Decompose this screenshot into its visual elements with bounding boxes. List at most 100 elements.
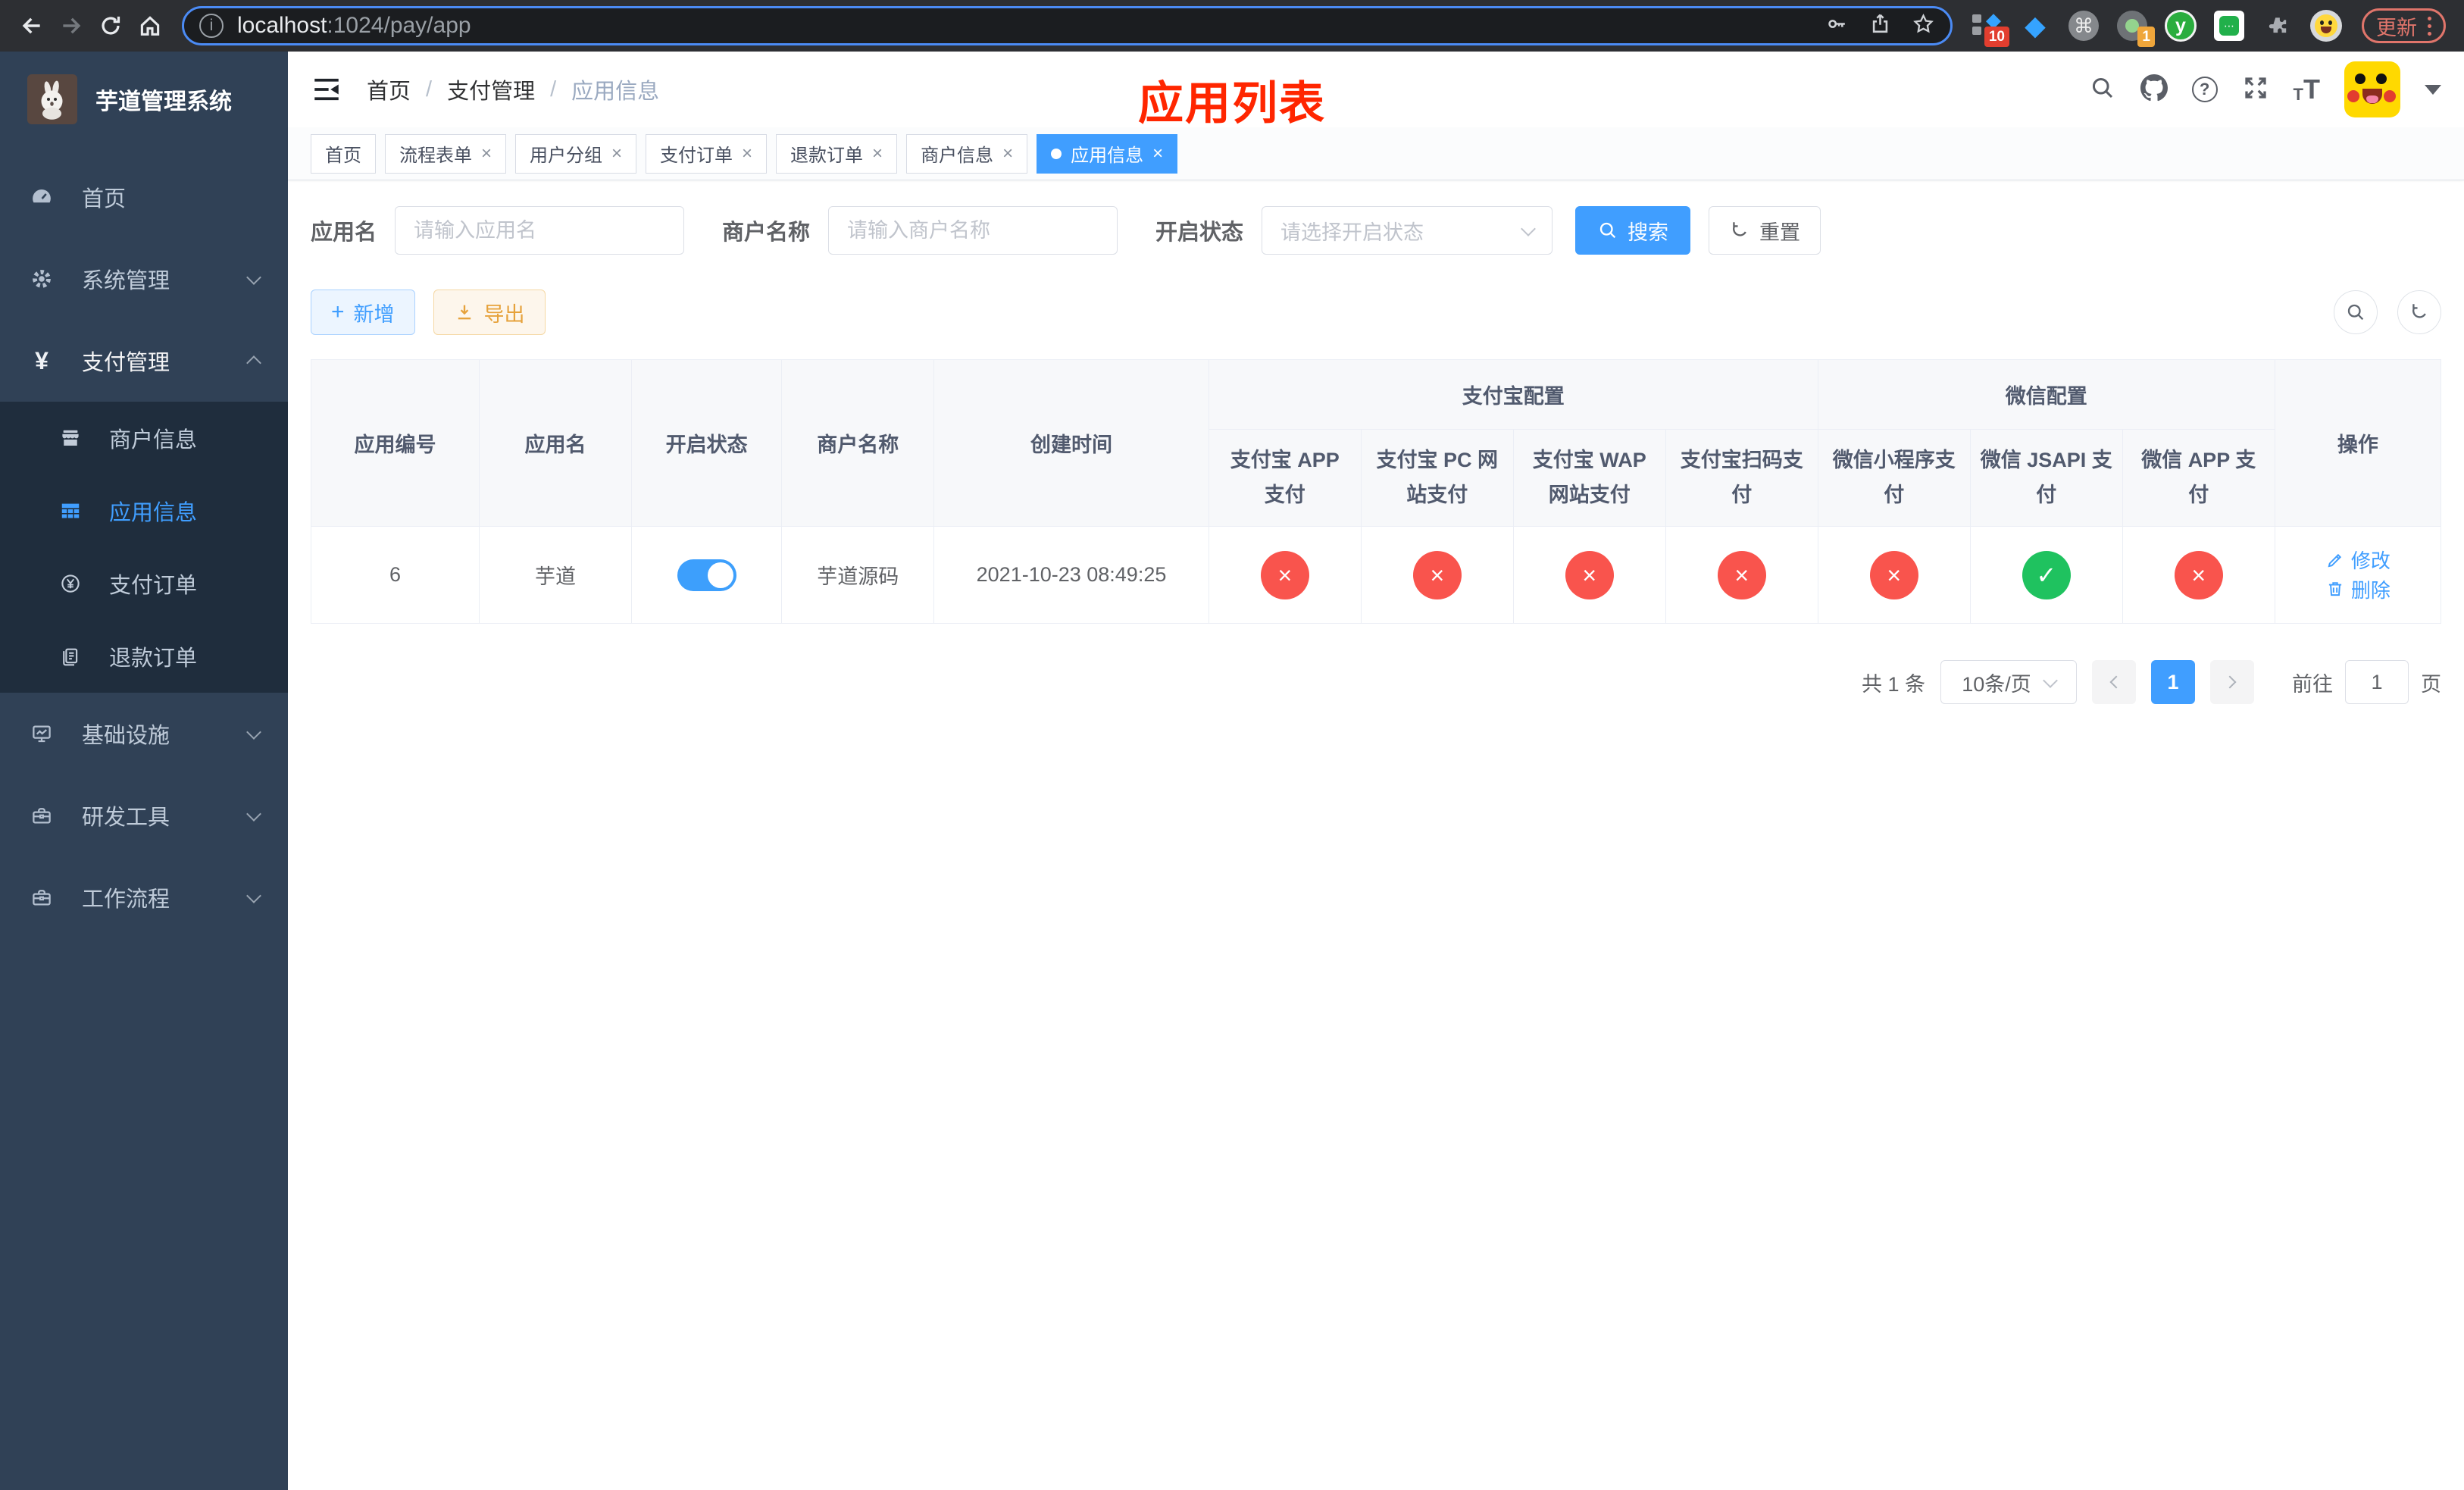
status-label: 开启状态 xyxy=(1155,221,1244,245)
sidebar-item-refund-order[interactable]: 退款订单 xyxy=(0,620,288,693)
header-search-icon[interactable] xyxy=(2089,74,2116,105)
reset-button[interactable]: 重置 xyxy=(1709,206,1821,255)
user-menu-caret-icon[interactable] xyxy=(2425,84,2441,95)
close-icon[interactable]: × xyxy=(872,143,883,164)
browser-reload-icon[interactable] xyxy=(91,6,130,45)
breadcrumb-home[interactable]: 首页 xyxy=(367,74,411,105)
sidebar-item-label: 基础设施 xyxy=(82,724,170,748)
alipay-wap-status-icon: × xyxy=(1565,550,1614,599)
tag-pay-order[interactable]: 支付订单 × xyxy=(646,133,768,174)
breadcrumb-current: 应用信息 xyxy=(571,80,660,104)
export-button[interactable]: 导出 xyxy=(433,290,546,335)
extension-kite-icon[interactable]: ◆ xyxy=(2019,10,2051,42)
chevron-down-icon xyxy=(246,806,261,822)
group-alipay-config: 支付宝配置 xyxy=(1208,359,1818,430)
cell-merchant: 芋道源码 xyxy=(781,526,935,624)
screen: i localhost:1024/pay/app ◆ 10 ◆ ⌘ 1 y ⋯ xyxy=(0,0,2464,1490)
col-app-name: 应用名 xyxy=(479,359,633,527)
search-button[interactable]: 搜索 xyxy=(1575,206,1691,255)
bookmark-star-icon[interactable] xyxy=(1912,12,1935,39)
address-bar[interactable]: i localhost:1024/pay/app xyxy=(182,6,1953,45)
app-name-input[interactable] xyxy=(395,206,685,255)
extensions-puzzle-icon[interactable] xyxy=(2262,10,2294,42)
help-icon[interactable]: ? xyxy=(2191,77,2218,102)
yen-circle-icon xyxy=(58,572,83,595)
github-icon[interactable] xyxy=(2140,74,2168,105)
tag-process-form[interactable]: 流程表单 × xyxy=(385,133,507,174)
share-icon[interactable] xyxy=(1868,12,1892,39)
browser-home-icon[interactable] xyxy=(130,6,170,45)
sidebar-menu: 首页 系统管理 ¥ 支付管理 商户信息 应用信息 支付订单 退款订单 基础设施 … xyxy=(0,147,288,1490)
tag-home[interactable]: 首页 xyxy=(311,133,376,174)
trash-icon xyxy=(2328,582,2341,596)
user-avatar[interactable] xyxy=(2344,61,2400,117)
add-button[interactable]: + 新增 xyxy=(311,290,415,335)
goto-page-input[interactable] xyxy=(2345,660,2409,704)
sidebar-item-system[interactable]: 系统管理 xyxy=(0,238,288,320)
next-page-button[interactable] xyxy=(2210,660,2254,704)
tag-user-group[interactable]: 用户分组 × xyxy=(515,133,637,174)
close-icon[interactable]: × xyxy=(1002,143,1013,164)
profile-emoji-icon[interactable] xyxy=(2310,10,2342,42)
tags-view-bar: 首页 流程表单 × 用户分组 × 支付订单 × 退款订单 × 商户信息 × 应用信息 × xyxy=(288,127,2464,180)
table-toolbar: + 新增 导出 xyxy=(311,290,2441,335)
sidebar-item-payment[interactable]: ¥ 支付管理 xyxy=(0,320,288,402)
sidebar-item-dev-tools[interactable]: 研发工具 xyxy=(0,775,288,856)
sidebar-item-app-info[interactable]: 应用信息 xyxy=(0,474,288,547)
prev-page-button[interactable] xyxy=(2092,660,2136,704)
edit-link[interactable]: 修改 xyxy=(2325,546,2391,574)
refresh-table-button[interactable] xyxy=(2397,290,2441,334)
monitor-chart-icon xyxy=(29,722,55,745)
tag-app-info-active[interactable]: 应用信息 × xyxy=(1037,133,1178,174)
extension-chat-icon[interactable]: ⋯ xyxy=(2213,10,2245,42)
site-info-icon[interactable]: i xyxy=(199,14,224,38)
extension-recorder-icon[interactable]: 1 xyxy=(2116,10,2155,47)
alipay-app-status-icon: × xyxy=(1260,550,1309,599)
fullscreen-icon[interactable] xyxy=(2242,74,2269,105)
close-icon[interactable]: × xyxy=(1152,143,1163,164)
page-size-select[interactable]: 10条/页 xyxy=(1940,660,2077,704)
sidebar-item-pay-order[interactable]: 支付订单 xyxy=(0,547,288,620)
browser-forward-icon[interactable] xyxy=(52,6,91,45)
browser-extensions: ◆ 10 ◆ ⌘ 1 y ⋯ 更新 xyxy=(1965,8,2452,47)
close-icon[interactable]: × xyxy=(481,143,492,164)
extension-command-icon[interactable]: ⌘ xyxy=(2068,10,2100,42)
toggle-search-button[interactable] xyxy=(2334,290,2378,334)
browser-menu-kebab-icon[interactable] xyxy=(2428,16,2431,36)
password-key-icon[interactable] xyxy=(1825,12,1849,39)
status-toggle[interactable] xyxy=(677,559,736,591)
status-select[interactable]: 请选择开启状态 xyxy=(1262,206,1553,255)
search-icon xyxy=(2347,304,2364,321)
navbar-actions: ? TT xyxy=(2089,61,2441,117)
col-alipay-app: 支付宝 APP 支付 xyxy=(1208,429,1362,527)
breadcrumb-payment[interactable]: 支付管理 xyxy=(447,74,535,105)
page-number-active[interactable]: 1 xyxy=(2151,660,2195,704)
extension-y-icon[interactable]: y xyxy=(2165,10,2197,42)
cell-app-name: 芋道 xyxy=(479,526,633,624)
close-icon[interactable]: × xyxy=(742,143,752,164)
sidebar-collapse-icon[interactable] xyxy=(311,74,342,105)
tag-merchant-info[interactable]: 商户信息 × xyxy=(906,133,1028,174)
sidebar-item-infrastructure[interactable]: 基础设施 xyxy=(0,693,288,775)
app-table: 应用编号 应用名 开启状态 商户名称 创建时间 支付宝配置 微信配置 操作 支付… xyxy=(310,359,2442,624)
extension-tabs-icon[interactable]: ◆ 10 xyxy=(1971,10,2009,47)
download-icon xyxy=(458,305,471,320)
pagination: 共 1 条 10条/页 1 前往 页 xyxy=(311,660,2441,704)
sidebar-item-home[interactable]: 首页 xyxy=(0,156,288,238)
breadcrumb: 首页 / 支付管理 / 应用信息 xyxy=(367,74,659,105)
tag-refund-order[interactable]: 退款订单 × xyxy=(776,133,898,174)
document-icon xyxy=(58,645,83,668)
merchant-name-input[interactable] xyxy=(828,206,1118,255)
font-size-icon[interactable]: TT xyxy=(2294,76,2320,103)
table-row: 6 芋道 芋道源码 2021-10-23 08:49:25 × × × × × xyxy=(310,526,2442,624)
close-icon[interactable]: × xyxy=(611,143,622,164)
sidebar-item-label: 商户信息 xyxy=(109,428,198,452)
group-wechat-config: 微信配置 xyxy=(1817,359,2275,430)
browser-update-button[interactable]: 更新 xyxy=(2362,8,2446,43)
app-logo-rabbit-image xyxy=(27,74,77,124)
browser-back-icon[interactable] xyxy=(12,6,52,45)
sidebar-item-workflow[interactable]: 工作流程 xyxy=(0,856,288,938)
col-status: 开启状态 xyxy=(631,359,783,527)
sidebar-item-merchant-info[interactable]: 商户信息 xyxy=(0,402,288,474)
delete-link[interactable]: 删除 xyxy=(2325,575,2391,603)
